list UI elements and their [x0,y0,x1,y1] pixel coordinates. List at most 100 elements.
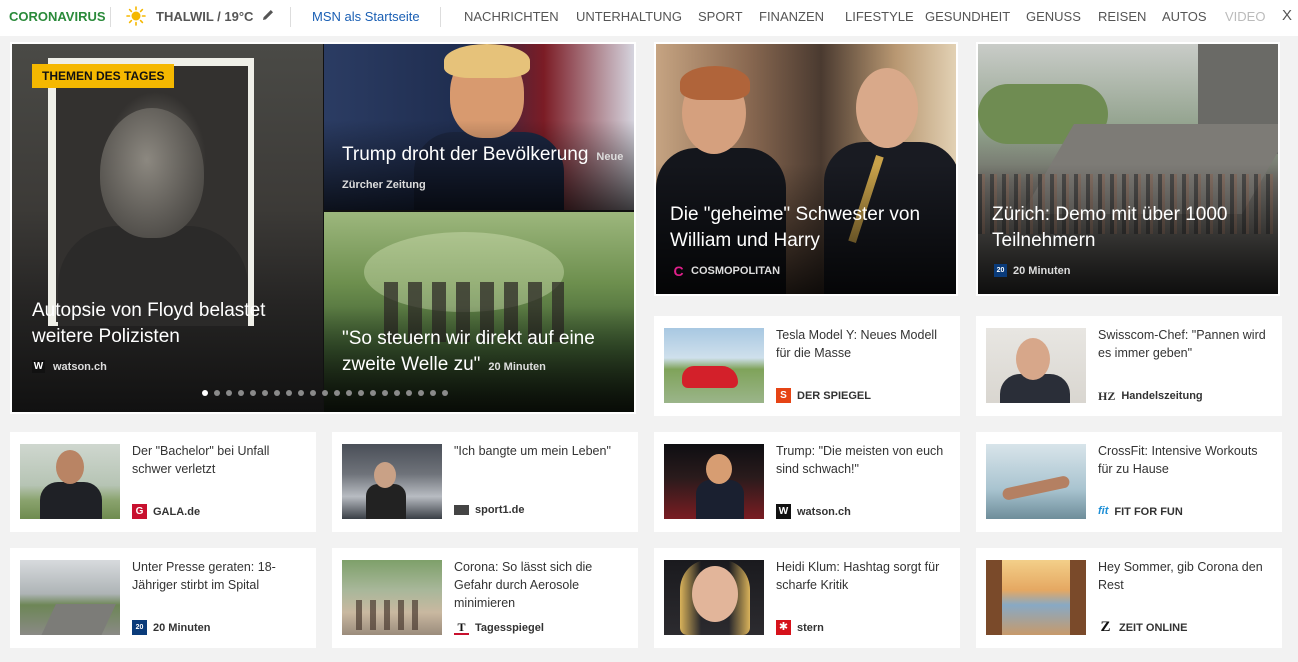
news-card[interactable]: Swisscom-Chef: "Pannen wird es immer geb… [976,316,1282,416]
top-navigation: CORONAVIRUS THALWIL / 19°C MSN als Start… [0,0,1298,36]
carousel-dot[interactable] [358,390,364,396]
carousel-dot[interactable] [334,390,340,396]
news-card[interactable]: CrossFit: Intensive Workouts für zu Haus… [976,432,1282,532]
news-card-headline[interactable]: Corona: So lässt sich die Gefahr durch A… [454,558,630,612]
carousel-dot[interactable] [322,390,328,396]
demo-story-card[interactable]: Zürich: Demo mit über 1000 Teilnehmern 2… [976,42,1280,296]
carousel-dot[interactable] [214,390,220,396]
news-card[interactable]: "Ich bangte um mein Leben" sport1.de [332,432,638,532]
carousel-dot[interactable] [418,390,424,396]
news-card-headline[interactable]: CrossFit: Intensive Workouts für zu Haus… [1098,442,1274,478]
news-card[interactable]: Hey Sommer, gib Corona den Rest Z ZEIT O… [976,548,1282,648]
news-card-thumbnail [664,444,764,519]
themen-des-tages-badge: THEMEN DES TAGES [32,64,175,88]
hero-forest-source: 20 Minuten [488,361,546,373]
news-card-thumbnail [986,560,1086,635]
carousel-dot[interactable] [262,390,268,396]
carousel-dot[interactable] [298,390,304,396]
hero-main-source-label: watson.ch [53,360,107,373]
fitforfun-logo-icon: fit [1098,505,1109,517]
nav-weather[interactable]: THALWIL / 19°C [156,9,253,24]
nav-link-sport[interactable]: SPORT [698,9,743,24]
news-card-thumbnail [664,560,764,635]
royals-story-source: C COSMOPOLITAN [672,262,781,279]
carousel-dot[interactable] [310,390,316,396]
carousel-dot[interactable] [250,390,256,396]
handelszeitung-logo-icon: HZ [1098,388,1116,403]
nav-link-reisen[interactable]: REISEN [1098,9,1146,24]
news-card-source-label: watson.ch [797,505,851,518]
hero-forest-title: "So steuern wir direkt auf eine zweite W… [342,326,632,380]
nav-link-genuss[interactable]: GENUSS [1026,9,1081,24]
hero-forest-story[interactable]: "So steuern wir direkt auf eine zweite W… [324,212,634,412]
msn-startpage-link[interactable]: MSN als Startseite [312,9,420,24]
news-card-headline[interactable]: Unter Presse geraten: 18-Jähriger stirbt… [132,558,308,594]
news-card-headline[interactable]: Der "Bachelor" bei Unfall schwer verletz… [132,442,308,478]
carousel-dot[interactable] [382,390,388,396]
news-card-source-label: ZEIT ONLINE [1119,621,1188,634]
nav-link-finanzen[interactable]: FINANZEN [759,9,824,24]
news-card[interactable]: Corona: So lässt sich die Gefahr durch A… [332,548,638,648]
nav-link-unterhaltung[interactable]: UNTERHALTUNG [576,9,682,24]
news-card-headline[interactable]: Heidi Klum: Hashtag sorgt für scharfe Kr… [776,558,952,594]
nav-coronavirus[interactable]: CORONAVIRUS [9,9,106,24]
hero-trump-title-text[interactable]: Trump droht der Bevölkerung [342,144,588,165]
news-card-source: 20 20 Minuten [132,620,210,635]
nav-divider [290,7,291,27]
news-card-headline[interactable]: Tesla Model Y: Neues Modell für die Mass… [776,326,952,362]
cosmopolitan-logo-icon: C [673,262,684,279]
nav-link-autos[interactable]: AUTOS [1162,9,1207,24]
news-card[interactable]: Tesla Model Y: Neues Modell für die Mass… [654,316,960,416]
hero-trump-story[interactable]: Trump droht der Bevölkerung Neue Zürcher … [324,44,634,210]
sun-icon [126,6,146,26]
demo-story-title[interactable]: Zürich: Demo mit über 1000 Teilnehmern [992,202,1270,254]
hero-main-title[interactable]: Autopsie von Floyd belastet weitere Poli… [32,298,312,350]
royals-story-card[interactable]: Die "geheime" Schwester von William und … [654,42,958,296]
news-card-source-label: GALA.de [153,505,201,518]
carousel-pagination [202,390,448,396]
watson-logo-icon: W [776,504,791,519]
carousel-dot[interactable] [238,390,244,396]
carousel-dot[interactable] [346,390,352,396]
demo-story-source: 20 20 Minuten [994,264,1070,277]
hero-carousel: THEMEN DES TAGES Autopsie von Floyd bela… [10,42,636,414]
nav-divider [110,7,111,27]
carousel-dot[interactable] [274,390,280,396]
news-card[interactable]: Trump: "Die meisten von euch sind schwac… [654,432,960,532]
stern-logo-icon: ✱ [776,620,791,635]
news-card[interactable]: Der "Bachelor" bei Unfall schwer verletz… [10,432,316,532]
carousel-dot[interactable] [202,390,208,396]
news-card[interactable]: Unter Presse geraten: 18-Jähriger stirbt… [10,548,316,648]
carousel-dot[interactable] [286,390,292,396]
nav-link-video[interactable]: VIDEO [1225,9,1265,24]
close-icon[interactable]: X [1282,7,1292,24]
carousel-dot[interactable] [226,390,232,396]
news-card-thumbnail [342,444,442,519]
hero-main-story[interactable]: THEMEN DES TAGES Autopsie von Floyd bela… [12,44,323,412]
nav-link-lifestyle[interactable]: LIFESTYLE [845,9,914,24]
news-card-headline[interactable]: Swisscom-Chef: "Pannen wird es immer geb… [1098,326,1274,362]
news-card-source-label: Tagesspiegel [475,621,544,634]
carousel-dot[interactable] [442,390,448,396]
zeit-logo-icon: Z [1100,619,1111,635]
20min-logo-icon: 20 [994,264,1007,277]
royals-story-title[interactable]: Die "geheime" Schwester von William und … [670,202,948,254]
carousel-dot[interactable] [430,390,436,396]
nav-link-gesundheit[interactable]: GESUNDHEIT [925,9,1010,24]
spiegel-logo-icon: S [776,388,791,403]
carousel-dot[interactable] [370,390,376,396]
news-card-headline[interactable]: Hey Sommer, gib Corona den Rest [1098,558,1274,594]
carousel-dot[interactable] [406,390,412,396]
news-card-headline[interactable]: "Ich bangte um mein Leben" [454,442,630,460]
hero-forest-title-text[interactable]: "So steuern wir direkt auf eine zweite W… [342,328,595,375]
pencil-icon[interactable] [260,7,276,23]
hero-trump-title: Trump droht der Bevölkerung Neue Zürcher … [342,142,632,198]
nav-divider [440,7,441,27]
royals-story-source-label: COSMOPOLITAN [691,264,781,277]
news-card-headline[interactable]: Trump: "Die meisten von euch sind schwac… [776,442,952,478]
nav-link-nachrichten[interactable]: NACHRICHTEN [464,9,559,24]
carousel-dot[interactable] [394,390,400,396]
news-card-source: Z ZEIT ONLINE [1098,620,1187,635]
news-card-source-label: DER SPIEGEL [797,389,871,402]
news-card[interactable]: Heidi Klum: Hashtag sorgt für scharfe Kr… [654,548,960,648]
